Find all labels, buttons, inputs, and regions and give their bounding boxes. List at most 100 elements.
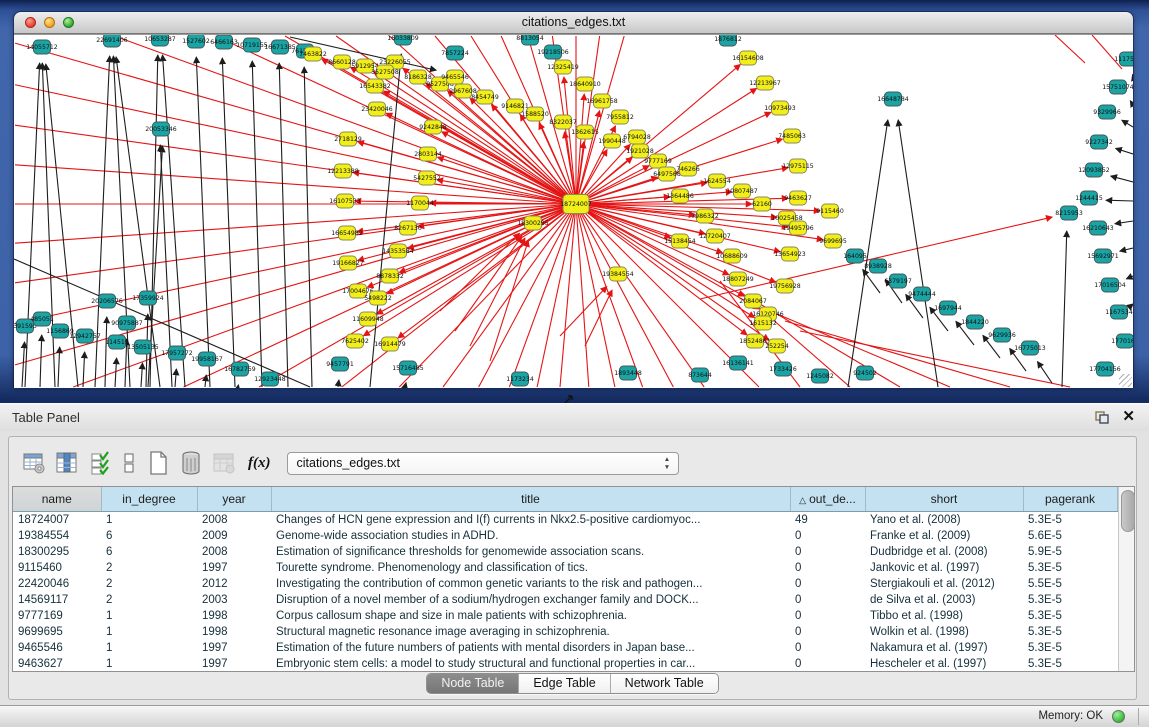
graph-edge[interactable]: [405, 383, 406, 387]
table-cell[interactable]: 2003: [197, 592, 271, 608]
table-cell[interactable]: 5.3E-5: [1023, 512, 1117, 529]
table-scrollbar-thumb[interactable]: [1121, 490, 1135, 532]
table-cell[interactable]: 2008: [197, 512, 271, 529]
table-cell[interactable]: Investigating the contribution of common…: [271, 576, 790, 592]
table-cell[interactable]: Stergiakouli et al. (2012): [865, 576, 1023, 592]
table-cell[interactable]: 0: [790, 592, 865, 608]
graph-edge[interactable]: [15, 165, 576, 204]
graph-edge[interactable]: [1120, 248, 1133, 251]
table-cell[interactable]: 19384554: [13, 528, 101, 544]
table-cell[interactable]: 18724007: [13, 512, 101, 529]
network-canvas[interactable]: 1405571222691406106532871527602646616310…: [14, 34, 1133, 388]
table-cell[interactable]: 6: [101, 528, 197, 544]
table-scrollbar[interactable]: [1118, 487, 1135, 671]
table-cell[interactable]: 1998: [197, 624, 271, 640]
graph-edge[interactable]: [442, 132, 576, 204]
table-row[interactable]: 1456911722003Disruption of a novel membe…: [13, 592, 1117, 608]
node-table[interactable]: namein_degreeyeartitle△out_de...shortpag…: [12, 486, 1135, 672]
graph-edge[interactable]: [1055, 35, 1085, 63]
table-cell[interactable]: 2009: [197, 528, 271, 544]
table-cell[interactable]: 0: [790, 608, 865, 624]
graph-edge[interactable]: [1126, 276, 1133, 279]
graph-edge[interactable]: [105, 317, 107, 387]
table-cell[interactable]: Estimation of significance thresholds fo…: [271, 544, 790, 560]
delete-column-button[interactable]: [176, 448, 206, 478]
table-cell[interactable]: 9777169: [13, 608, 101, 624]
graph-edge[interactable]: [399, 204, 576, 387]
window-resize-grip[interactable]: [1119, 374, 1132, 387]
graph-edge[interactable]: [40, 335, 42, 387]
table-cell[interactable]: 1: [101, 640, 197, 656]
column-header-name[interactable]: name: [13, 487, 101, 512]
graph-edge[interactable]: [222, 58, 235, 387]
table-cell[interactable]: Jankovic et al. (1997): [865, 560, 1023, 576]
window-titlebar[interactable]: citations_edges.txt: [14, 12, 1133, 34]
graph-edge[interactable]: [42, 63, 55, 387]
table-chooser-dropdown[interactable]: citations_edges.txt ▲▼: [287, 452, 679, 475]
table-cell[interactable]: 5.3E-5: [1023, 640, 1117, 656]
graph-edge[interactable]: [25, 63, 40, 387]
table-cell[interactable]: 2008: [197, 544, 271, 560]
table-cell[interactable]: Nakamura et al. (1997): [865, 640, 1023, 656]
column-header-year[interactable]: year: [197, 487, 271, 512]
table-cell[interactable]: Genome-wide association studies in ADHD.: [271, 528, 790, 544]
table-cell[interactable]: Structural magnetic resonance image aver…: [271, 624, 790, 640]
citation-network-graph[interactable]: 1405571222691406106532871527602646616310…: [14, 35, 1133, 388]
graph-edge[interactable]: [1122, 120, 1133, 127]
graph-edge[interactable]: [455, 236, 522, 331]
graph-edge[interactable]: [1115, 221, 1133, 224]
graph-edge[interactable]: [576, 204, 589, 387]
table-cell[interactable]: 0: [790, 528, 865, 544]
new-column-button[interactable]: [143, 448, 173, 478]
table-cell[interactable]: 1997: [197, 640, 271, 656]
table-row[interactable]: 2242004622012Investigating the contribut…: [13, 576, 1117, 592]
row-height-button[interactable]: [118, 448, 140, 478]
graph-edge[interactable]: [304, 67, 312, 387]
table-cell[interactable]: 1998: [197, 608, 271, 624]
graph-edge[interactable]: [1037, 362, 1052, 383]
table-row[interactable]: 977716911998Corpus callosum shape and si…: [13, 608, 1117, 624]
close-panel-icon[interactable]: ✕: [1122, 407, 1135, 425]
table-cell[interactable]: 2: [101, 592, 197, 608]
graph-edge[interactable]: [252, 61, 262, 387]
table-cell[interactable]: Estimation of the future numbers of pati…: [271, 640, 790, 656]
column-settings-button[interactable]: [19, 448, 49, 478]
table-cell[interactable]: 18300295: [13, 544, 101, 560]
table-cell[interactable]: 0: [790, 544, 865, 560]
table-cell[interactable]: Changes of HCN gene expression and I(f) …: [271, 512, 790, 529]
graph-edge[interactable]: [1116, 148, 1133, 154]
table-cell[interactable]: 14569117: [13, 592, 101, 608]
table-row[interactable]: 1830029562008Estimation of significance …: [13, 544, 1117, 560]
tab-edge-table[interactable]: Edge Table: [519, 674, 610, 693]
table-cell[interactable]: Yano et al. (2008): [865, 512, 1023, 529]
table-cell[interactable]: 9465546: [13, 640, 101, 656]
table-cell[interactable]: 49: [790, 512, 865, 529]
graph-edge[interactable]: [898, 120, 938, 387]
table-cell[interactable]: Tibbo et al. (1998): [865, 608, 1023, 624]
table-cell[interactable]: 0: [790, 560, 865, 576]
table-cell[interactable]: 5.3E-5: [1023, 656, 1117, 672]
table-panel-header[interactable]: Table Panel ✕: [0, 403, 1149, 431]
table-cell[interactable]: 5.3E-5: [1023, 560, 1117, 576]
graph-edge[interactable]: [1062, 231, 1067, 387]
table-cell[interactable]: 5.3E-5: [1023, 624, 1117, 640]
graph-edge[interactable]: [490, 241, 528, 361]
table-row[interactable]: 1938455462009Genome-wide association stu…: [13, 528, 1117, 544]
column-header-title[interactable]: title: [271, 487, 790, 512]
table-cell[interactable]: 9115460: [13, 560, 101, 576]
table-cell[interactable]: 1: [101, 512, 197, 529]
column-header-out_de[interactable]: △out_de...: [790, 487, 865, 512]
graph-edge[interactable]: [22, 342, 25, 387]
table-row[interactable]: 946554611997Estimation of the future num…: [13, 640, 1117, 656]
table-row[interactable]: 911546021997Tourette syndrome. Phenomeno…: [13, 560, 1117, 576]
table-cell[interactable]: 0: [790, 576, 865, 592]
table-row[interactable]: 969969511998Structural magnetic resonanc…: [13, 624, 1117, 640]
graph-edge[interactable]: [1106, 200, 1133, 201]
tab-network-table[interactable]: Network Table: [611, 674, 718, 693]
table-cell[interactable]: 5.9E-5: [1023, 544, 1117, 560]
table-cell[interactable]: 2012: [197, 576, 271, 592]
column-header-short[interactable]: short: [865, 487, 1023, 512]
table-cell[interactable]: Wolkin et al. (1998): [865, 624, 1023, 640]
column-checklist-button[interactable]: [85, 448, 115, 478]
tab-node-table[interactable]: Node Table: [427, 674, 519, 693]
